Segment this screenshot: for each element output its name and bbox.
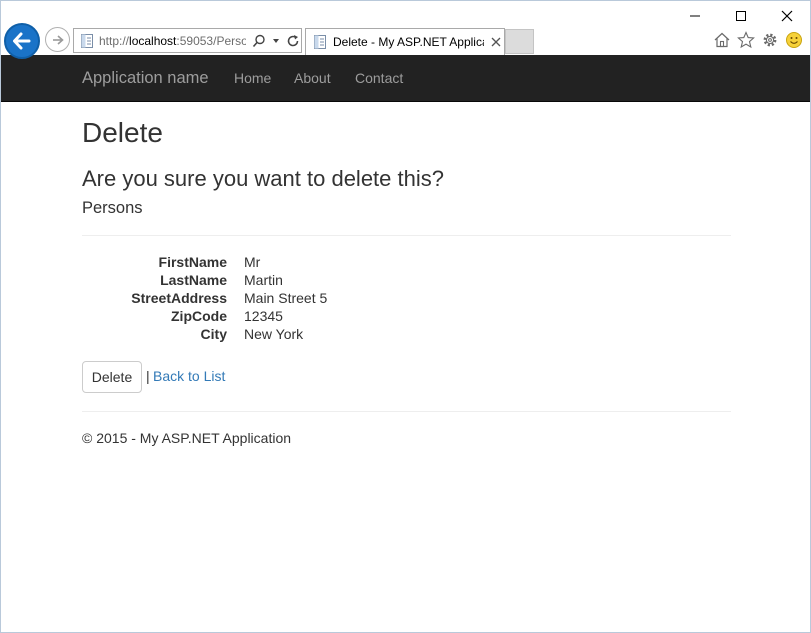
nav-home-link[interactable]: Home	[234, 55, 271, 102]
detail-value: New York	[244, 326, 304, 342]
detail-row-city: City New York	[82, 325, 482, 343]
gear-icon[interactable]	[760, 30, 780, 50]
browser-window: http://localhost:59053/Persons/Delete/1	[0, 0, 811, 633]
footer-divider	[82, 411, 731, 412]
tab-close-icon[interactable]	[489, 35, 503, 49]
detail-value: 12345	[244, 308, 283, 324]
star-icon[interactable]	[736, 30, 756, 50]
footer-text: © 2015 - My ASP.NET Application	[82, 430, 292, 446]
page-title: Delete	[82, 117, 163, 148]
close-window-button[interactable]	[764, 1, 810, 31]
close-icon	[781, 10, 793, 22]
detail-label: FirstName	[158, 254, 227, 270]
entity-name: Persons	[82, 199, 143, 217]
link-separator: |	[146, 368, 150, 384]
address-url: http://localhost:59053/Persons/Delete/1	[99, 34, 246, 48]
browser-tab[interactable]: Delete - My ASP.NET Application	[305, 28, 505, 55]
delete-button[interactable]: Delete	[82, 361, 142, 393]
detail-row-firstname: FirstName Mr	[82, 253, 482, 271]
detail-label: ZipCode	[171, 308, 227, 324]
search-icon[interactable]	[251, 33, 267, 49]
dropdown-caret-icon[interactable]	[268, 33, 284, 49]
detail-row-lastname: LastName Martin	[82, 271, 482, 289]
refresh-icon[interactable]	[285, 33, 301, 49]
url-host: localhost	[129, 33, 177, 48]
url-scheme: http://	[99, 33, 130, 48]
divider	[82, 235, 731, 236]
detail-value: Main Street 5	[244, 290, 328, 306]
arrow-right-icon	[52, 34, 64, 45]
minimize-button[interactable]	[672, 1, 718, 31]
nav-about-link[interactable]: About	[294, 55, 331, 102]
detail-row-zipcode: ZipCode 12345	[82, 307, 482, 325]
minimize-icon	[690, 15, 700, 17]
url-path: :59053/Persons/Delete/1	[176, 33, 246, 48]
detail-value: Martin	[244, 272, 283, 288]
details-list: FirstName Mr LastName Martin StreetAddre…	[82, 253, 482, 343]
detail-value: Mr	[244, 254, 261, 270]
address-bar[interactable]: http://localhost:59053/Persons/Delete/1	[73, 28, 302, 53]
confirm-question: Are you sure you want to delete this?	[82, 166, 444, 191]
detail-row-streetaddress: StreetAddress Main Street 5	[82, 289, 482, 307]
smiley-icon[interactable]	[784, 30, 804, 50]
browser-chrome: http://localhost:59053/Persons/Delete/1	[1, 1, 810, 59]
arrow-left-icon	[13, 32, 31, 50]
new-tab-button[interactable]	[505, 29, 534, 54]
maximize-button[interactable]	[718, 1, 764, 31]
maximize-icon	[736, 11, 746, 21]
navbar: Application name Home About Contact	[1, 55, 810, 102]
detail-label: City	[200, 326, 227, 342]
back-to-list-link[interactable]: Back to List	[153, 368, 225, 384]
detail-label: StreetAddress	[131, 290, 227, 306]
brand-link[interactable]: Application name	[82, 55, 209, 102]
tab-title: Delete - My ASP.NET Application	[333, 35, 484, 49]
page-icon	[314, 35, 326, 49]
detail-label: LastName	[160, 272, 227, 288]
nav-contact-link[interactable]: Contact	[355, 55, 403, 102]
page-icon	[81, 33, 93, 48]
home-icon[interactable]	[712, 30, 732, 50]
back-button[interactable]	[4, 23, 40, 59]
forward-button[interactable]	[45, 27, 70, 52]
